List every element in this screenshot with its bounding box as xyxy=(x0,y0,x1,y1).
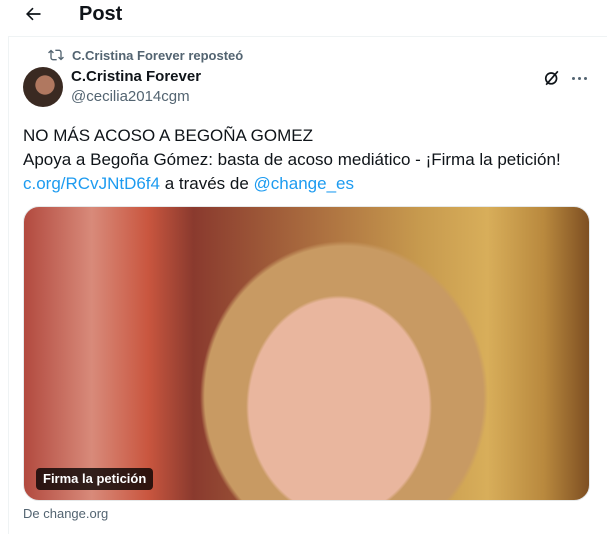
post-line-3: c.org/RCvJNtD6f4 a través de @change_es xyxy=(23,172,593,196)
author-handle[interactable]: @cecilia2014cgm xyxy=(71,87,190,107)
repost-context: C.Cristina Forever reposteó xyxy=(48,46,243,64)
more-dot xyxy=(577,76,581,80)
more-options-button[interactable] xyxy=(569,68,589,88)
link-source[interactable]: De change.org xyxy=(23,505,108,523)
avatar[interactable] xyxy=(23,67,63,107)
repost-icon xyxy=(48,49,64,61)
author-name[interactable]: C.Cristina Forever xyxy=(71,67,201,87)
grok-icon xyxy=(544,70,559,86)
post-line-2: Apoya a Begoña Gómez: basta de acoso med… xyxy=(23,150,561,169)
repost-text[interactable]: C.Cristina Forever reposteó xyxy=(72,48,243,63)
via-text: a través de xyxy=(159,174,254,193)
post-text: NO MÁS ACOSO A BEGOÑA GOMEZ Apoya a Bego… xyxy=(23,124,593,196)
media-label[interactable]: Firma la petición xyxy=(36,468,154,490)
more-dot xyxy=(571,76,575,80)
grok-button[interactable] xyxy=(542,68,562,88)
post-line-1: NO MÁS ACOSO A BEGOÑA GOMEZ xyxy=(23,126,314,145)
back-button[interactable] xyxy=(20,2,46,26)
arrow-left-icon xyxy=(26,7,41,21)
mention-link[interactable]: @change_es xyxy=(254,174,354,193)
page-title: Post xyxy=(79,3,123,25)
link-card-image[interactable] xyxy=(23,206,590,501)
top-bar: Post xyxy=(0,0,607,30)
more-dot xyxy=(583,76,587,80)
post-link[interactable]: c.org/RCvJNtD6f4 xyxy=(23,174,160,193)
